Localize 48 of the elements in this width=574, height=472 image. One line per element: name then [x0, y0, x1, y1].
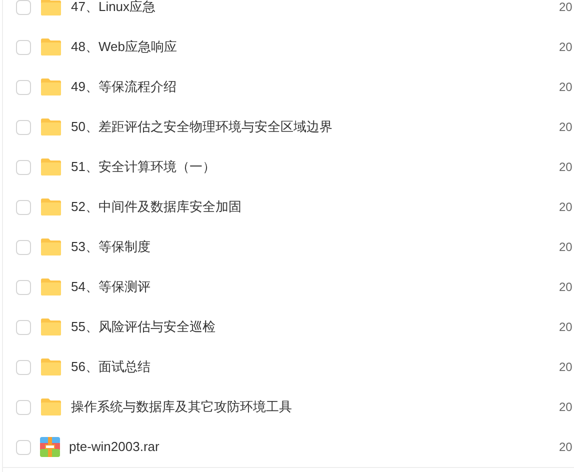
folder-name[interactable]: 55、风险评估与安全巡检: [71, 317, 216, 337]
modified-date: 20: [559, 0, 572, 16]
checkbox[interactable]: [16, 80, 31, 94]
checkbox[interactable]: [16, 200, 31, 214]
modified-date: 20: [559, 319, 572, 336]
modified-date: 20: [559, 199, 572, 216]
archive-icon: [40, 437, 60, 457]
checkbox[interactable]: [16, 240, 31, 254]
folder-icon: [40, 0, 62, 16]
folder-name[interactable]: 51、安全计算环境（一）: [71, 157, 216, 177]
folder-icon: [40, 38, 62, 56]
modified-date: 20: [559, 39, 572, 56]
folder-name[interactable]: 53、等保制度: [71, 237, 150, 257]
folder-icon: [40, 398, 62, 416]
modified-date: 20: [559, 439, 572, 456]
checkbox[interactable]: [16, 440, 31, 454]
file-name[interactable]: pte-win2003.rar: [69, 437, 160, 457]
folder-icon: [40, 238, 62, 256]
folder-name[interactable]: 52、中间件及数据库安全加固: [71, 197, 242, 217]
folder-icon: [40, 78, 62, 96]
checkbox[interactable]: [16, 40, 31, 54]
folder-icon: [40, 358, 62, 376]
folder-icon: [40, 158, 62, 176]
modified-date: 20: [559, 399, 572, 416]
folder-name[interactable]: 56、面试总结: [71, 357, 150, 377]
folder-icon: [40, 318, 62, 336]
folder-name[interactable]: 操作系统与数据库及其它攻防环境工具: [71, 397, 292, 417]
modified-date: 20: [559, 79, 572, 96]
folder-icon: [40, 118, 62, 136]
modified-date: 20: [559, 279, 572, 296]
checkbox[interactable]: [16, 280, 31, 294]
folder-name[interactable]: 54、等保测评: [71, 277, 150, 297]
modified-date: 20: [559, 159, 572, 176]
folder-name[interactable]: 48、Web应急响应: [71, 37, 177, 57]
modified-date: 20: [559, 359, 572, 376]
folder-icon: [40, 198, 62, 216]
checkbox[interactable]: [16, 160, 31, 174]
modified-date: 20: [559, 119, 572, 136]
checkbox[interactable]: [16, 400, 31, 414]
modified-date: 20: [559, 239, 572, 256]
checkbox[interactable]: [16, 120, 31, 134]
checkbox[interactable]: [16, 360, 31, 374]
checkbox[interactable]: [16, 0, 31, 14]
checkbox[interactable]: [16, 320, 31, 334]
folder-icon: [40, 278, 62, 296]
folder-name[interactable]: 50、差距评估之安全物理环境与安全区域边界: [71, 117, 332, 137]
folder-name[interactable]: 47、Linux应急: [71, 0, 156, 17]
folder-name[interactable]: 49、等保流程介绍: [71, 77, 176, 97]
